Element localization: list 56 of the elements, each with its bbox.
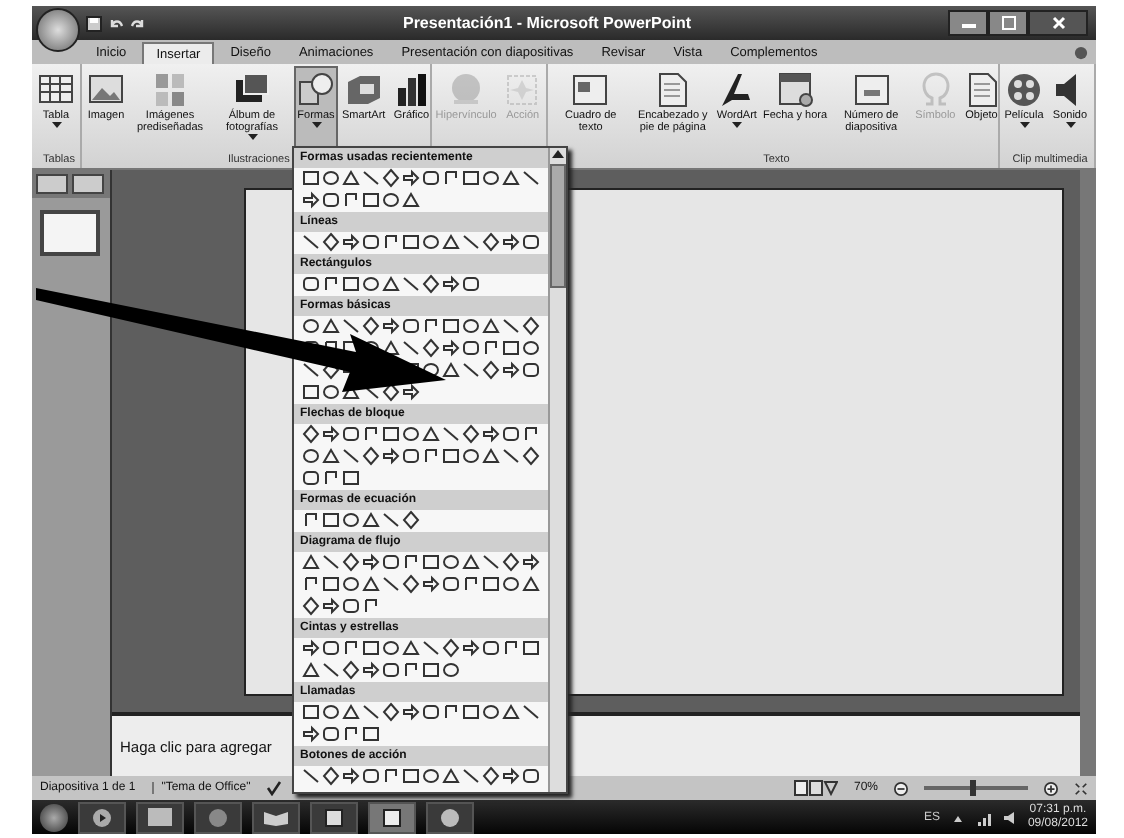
- slide-icon: [851, 70, 892, 110]
- textbox-icon: [570, 70, 611, 110]
- browser-button[interactable]: [194, 801, 242, 833]
- shapes-drawing[interactable]: [300, 552, 544, 574]
- signal-icon[interactable]: [975, 809, 992, 825]
- play-icon: [92, 807, 112, 827]
- redo-icon[interactable]: [130, 15, 146, 31]
- globe-icon: [208, 807, 228, 827]
- shapes-drawing[interactable]: [300, 766, 544, 788]
- shapes-drawing[interactable]: [300, 574, 544, 596]
- shapes-drawing[interactable]: [300, 232, 544, 254]
- diagram-icon: [343, 70, 384, 110]
- office-button[interactable]: [36, 7, 80, 51]
- help-icon[interactable]: [1074, 45, 1088, 59]
- circle-icon: [440, 807, 460, 827]
- shapes-icon: [296, 70, 336, 110]
- start-button[interactable]: [40, 803, 68, 831]
- shapes-drawing[interactable]: [300, 316, 544, 338]
- shapes-drawing[interactable]: [300, 638, 544, 660]
- chat-app-button[interactable]: [426, 801, 474, 833]
- zoom-in-icon[interactable]: [1044, 781, 1058, 795]
- presentation-app-button[interactable]: [368, 801, 416, 833]
- view-buttons-icon[interactable]: [793, 780, 838, 796]
- clipart-icon: [150, 70, 190, 110]
- maximize-button[interactable]: [988, 10, 1028, 36]
- close-icon: [1051, 16, 1065, 30]
- scroll-bar[interactable]: [1080, 170, 1096, 776]
- minimize-button[interactable]: [948, 10, 988, 36]
- save-icon[interactable]: [86, 15, 102, 31]
- slides-tab[interactable]: [36, 174, 68, 194]
- speaker-icon[interactable]: [1001, 809, 1018, 825]
- book-button[interactable]: [252, 801, 300, 833]
- zoom-out-icon[interactable]: [894, 781, 908, 795]
- document-icon: [324, 807, 344, 827]
- shapes-drawing[interactable]: [300, 168, 544, 190]
- minimize-icon: [961, 18, 975, 28]
- shapes-drawing[interactable]: [300, 702, 544, 724]
- fit-window-icon[interactable]: [1074, 781, 1088, 795]
- folder-icon: [148, 808, 172, 826]
- outline-tab[interactable]: [72, 174, 104, 194]
- folder-button[interactable]: [136, 801, 184, 833]
- slide-thumbnail[interactable]: [40, 210, 100, 256]
- book-icon: [264, 808, 288, 826]
- zoom-slider-thumb[interactable]: [970, 780, 977, 796]
- scroll-bar[interactable]: [548, 148, 566, 792]
- shapes-drawing[interactable]: [300, 446, 544, 468]
- maximize-icon: [1001, 16, 1015, 30]
- close-button[interactable]: [1028, 10, 1088, 36]
- slide-icon: [382, 807, 402, 827]
- undo-icon[interactable]: [108, 15, 124, 31]
- calendar-icon: [775, 70, 815, 110]
- media-player-button[interactable]: [78, 801, 126, 833]
- film-reel-icon: [1004, 70, 1044, 110]
- window-title: Presentación1 - Microsoft PowerPoint: [400, 14, 694, 32]
- document-app-button[interactable]: [310, 801, 358, 833]
- check-icon[interactable]: [266, 780, 283, 796]
